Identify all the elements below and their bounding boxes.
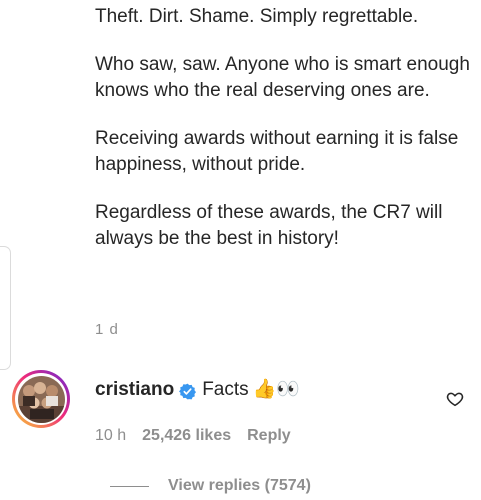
reply-text: Facts <box>202 379 249 400</box>
profile-photo-graphic <box>17 375 65 423</box>
verified-badge-icon <box>179 382 197 399</box>
comment-body: Theft. Dirt. Shame. Simply regrettable. … <box>95 4 475 274</box>
username[interactable]: cristiano <box>95 377 174 403</box>
heart-outline-icon[interactable] <box>446 390 464 408</box>
divider <box>110 485 149 487</box>
panel-edge <box>0 246 11 370</box>
comment-paragraph: Who saw, saw. Anyone who is smart enough… <box>95 54 470 101</box>
likes-count[interactable]: 25,426 likes <box>142 427 231 445</box>
comment-paragraph: Theft. Dirt. Shame. Simply regrettable. <box>95 6 419 27</box>
avatar[interactable] <box>12 370 70 428</box>
comment-paragraph: Receiving awards without earning it is f… <box>95 128 459 175</box>
avatar-ring <box>15 373 67 425</box>
reply-button[interactable]: Reply <box>247 427 291 445</box>
reply-timestamp: 10 h <box>95 427 127 444</box>
comment-paragraph: Regardless of these awards, the CR7 will… <box>95 202 443 249</box>
reply-line: cristiano Facts 👍👀 <box>95 377 300 403</box>
reply-meta: 10 h 25,426 likes Reply <box>95 427 291 445</box>
profile-photo <box>17 375 65 423</box>
comment-timestamp: 1 d <box>95 321 119 338</box>
view-replies-button[interactable]: View replies (7574) <box>95 477 311 495</box>
view-replies-label: View replies (7574) <box>168 477 311 494</box>
emoji-reaction: 👍👀 <box>252 379 300 400</box>
